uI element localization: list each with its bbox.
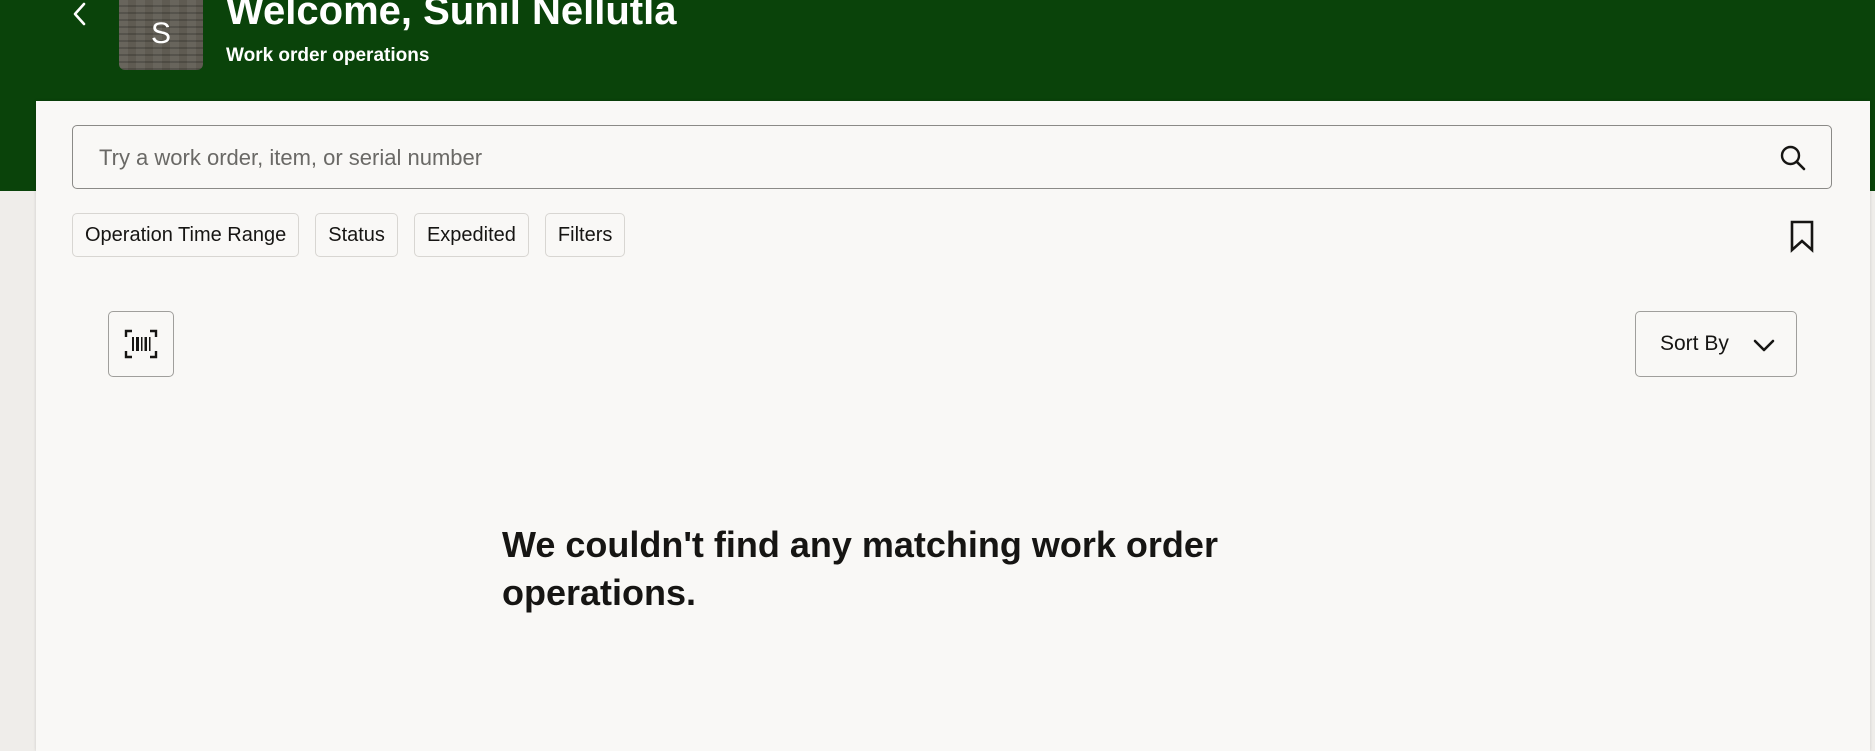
- avatar-initial: S: [150, 17, 171, 50]
- sort-by-label: Sort By: [1660, 332, 1729, 355]
- chevron-down-icon: [1753, 339, 1775, 352]
- page-subtitle: Work order operations: [226, 45, 430, 66]
- filter-chip-operation-time-range[interactable]: Operation Time Range: [72, 213, 300, 257]
- filter-chip-status[interactable]: Status: [315, 213, 398, 257]
- empty-state-message: We couldn't find any matching work order…: [502, 524, 1218, 613]
- page-title: Welcome, Sunil Nellutla: [226, 0, 677, 33]
- main-panel: Operation Time Range Status Expedited Fi…: [36, 101, 1870, 751]
- chevron-left-icon: [73, 2, 86, 26]
- back-button[interactable]: [66, 0, 94, 28]
- barcode-scan-icon: [124, 329, 158, 359]
- sort-by-button[interactable]: Sort By: [1635, 311, 1797, 377]
- avatar: S: [119, 0, 203, 70]
- filter-chips: Operation Time Range Status Expedited Fi…: [72, 213, 626, 257]
- filter-chip-expedited[interactable]: Expedited: [413, 213, 529, 257]
- search-bar: [72, 125, 1832, 190]
- search-input[interactable]: [97, 126, 1761, 190]
- bookmark-icon[interactable]: [1785, 219, 1819, 253]
- filter-chip-filters[interactable]: Filters: [544, 213, 626, 257]
- barcode-scan-button[interactable]: [108, 311, 174, 377]
- search-icon[interactable]: [1779, 144, 1807, 172]
